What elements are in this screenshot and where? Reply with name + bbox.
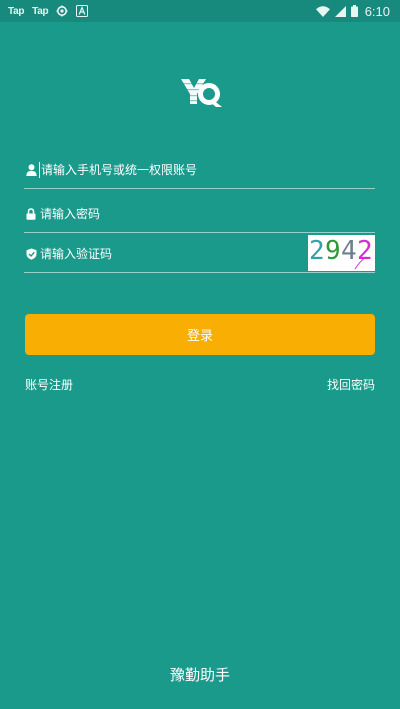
status-bar-right: 6:10 <box>315 3 400 19</box>
text-a-icon <box>76 5 89 17</box>
login-button[interactable]: 登录 <box>25 314 375 355</box>
shield-icon <box>24 247 38 261</box>
account-field-row <box>24 152 375 189</box>
captcha-image[interactable]: 2 9 4 2 <box>308 235 375 271</box>
forgot-password-link[interactable]: 找回密码 <box>327 376 375 393</box>
taptap-icon: Tap <box>8 5 25 17</box>
status-time: 6:10 <box>364 3 390 19</box>
battery-icon <box>350 5 358 17</box>
signal-icon <box>334 5 346 17</box>
settings-icon <box>56 5 68 17</box>
register-link[interactable]: 账号注册 <box>25 376 73 393</box>
captcha-field-row: 2 9 4 2 <box>24 235 375 273</box>
status-bar-left: Tap Tap <box>0 5 89 17</box>
status-bar: Tap Tap 6:10 <box>0 0 400 22</box>
lock-icon <box>24 207 38 221</box>
yq-logo <box>180 77 224 109</box>
taptap-icon: Tap <box>32 5 49 17</box>
password-field-row <box>24 196 375 233</box>
user-icon <box>24 163 38 177</box>
captcha-noise <box>354 256 367 270</box>
app-name: 豫勤助手 <box>169 666 230 684</box>
password-input[interactable] <box>39 196 375 232</box>
account-input[interactable] <box>39 162 375 178</box>
wifi-icon <box>315 5 330 17</box>
